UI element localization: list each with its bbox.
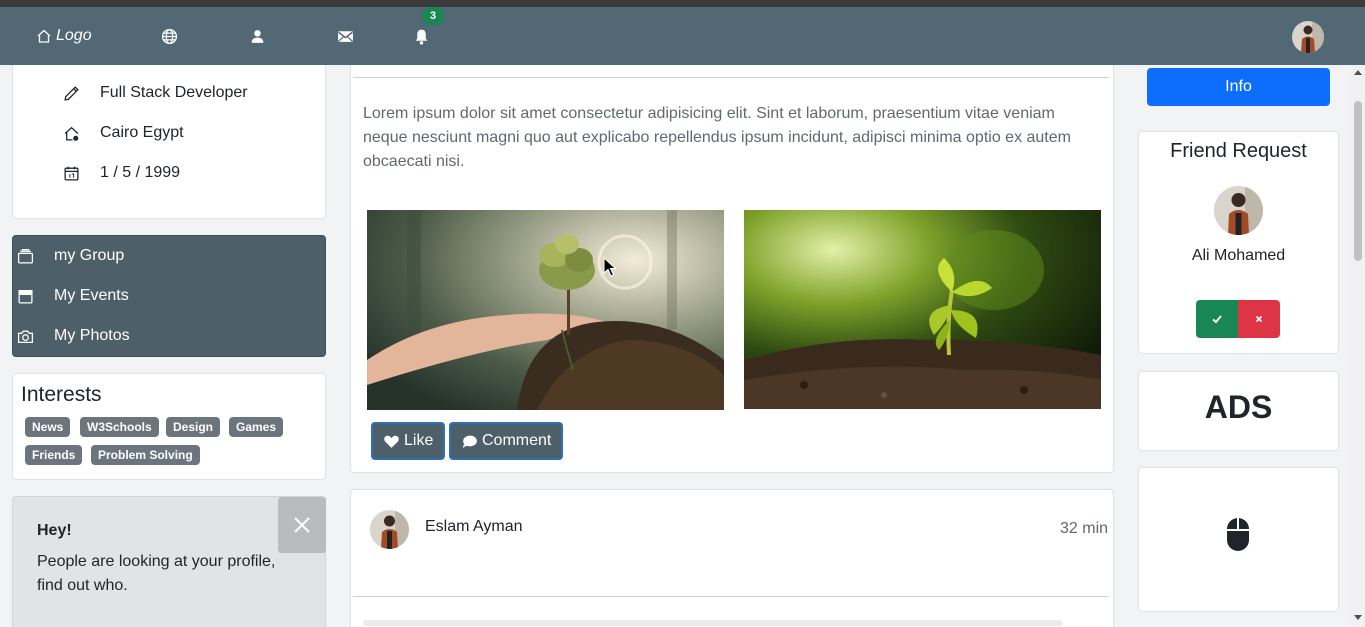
heart-icon [384,435,399,448]
interests-title: Interests [21,383,102,406]
scroll-up-arrow[interactable] [1354,70,1362,75]
interest-tag[interactable]: Problem Solving [91,445,200,465]
menu-item-label: My Events [54,287,129,304]
ads-label: ADS [1204,389,1273,425]
menu-item-my-group[interactable]: my Group [8,236,304,276]
profile-job: Full Stack Developer [100,84,248,101]
notification-badge: 3 [422,7,444,25]
post-author-name[interactable]: Eslam Ayman [425,518,523,536]
profile-birthday-row: 1 / 5 / 1999 [63,164,180,182]
calendar-icon [18,289,33,304]
logo-link[interactable]: Logo [36,7,92,65]
menu-item-label: my Group [54,247,125,264]
friend-name: Ali Mohamed [1191,247,1286,264]
interest-tag[interactable]: Design [166,417,221,437]
profile-job-row: Full Stack Developer [63,84,248,102]
mouse-icon [1227,518,1249,551]
post-divider [353,596,1109,597]
close-icon [1255,315,1263,323]
avatar-image [1292,21,1324,53]
post-text-partial [363,620,1063,626]
avatar-image [370,510,409,549]
post-text: Lorem ipsum dolor sit amet consectetur a… [363,105,1071,170]
post-image-sprout [744,210,1101,409]
alert-close-button[interactable] [278,497,326,553]
post-timestamp: 32 min [1060,520,1109,537]
logo-label: Logo [56,27,92,44]
nav-profile[interactable] [249,7,266,65]
scroll-down-arrow[interactable] [1354,615,1362,620]
window-top-strip [0,0,1365,7]
page-scrollbar[interactable] [1351,65,1365,627]
like-button[interactable]: Like [371,422,446,460]
alert-text: People are looking at your profile, find… [37,553,276,594]
comment-label: Comment [482,432,552,449]
interest-tag[interactable]: Games [229,417,284,437]
menu-item-label: My Photos [54,327,130,344]
scroll-thumb[interactable] [1354,101,1362,261]
menu-item-my-events[interactable]: My Events [8,276,304,316]
pencil-icon [64,85,79,101]
user-icon [251,29,264,43]
profile-alert: Hey! People are looking at your profile,… [12,496,326,627]
interest-tag[interactable]: Friends [25,445,83,465]
profile-location-row: Cairo Egypt [63,124,184,142]
mouse-cursor-icon [603,257,617,277]
group-icon [17,248,34,264]
close-icon [294,517,310,533]
home-icon [37,29,51,43]
nav-avatar[interactable] [1292,21,1324,53]
post-card-2 [350,489,1114,627]
house-gear-icon [64,126,79,141]
like-label: Like [404,432,434,449]
calendar-date-icon [64,166,79,181]
camera-icon [17,330,34,343]
top-navbar: Logo 3 [0,7,1365,65]
avatar-image [1214,186,1263,235]
menu-item-my-photos[interactable]: My Photos [8,316,304,356]
check-icon [1212,315,1222,324]
info-button[interactable]: Info [1147,68,1330,106]
bell-icon [415,29,428,45]
post-divider [353,77,1109,78]
post-image-hand-tree [367,210,724,410]
envelope-icon [338,30,353,42]
nav-globe[interactable] [161,7,178,65]
reject-friend-button[interactable] [1238,300,1280,338]
friend-request-title: Friend Request [1170,140,1307,162]
profile-location: Cairo Egypt [100,124,184,141]
accept-friend-button[interactable] [1196,300,1238,338]
comment-icon [462,435,477,448]
friend-avatar[interactable] [1214,186,1263,235]
interest-tag[interactable]: W3Schools [80,417,159,437]
post-author-avatar[interactable] [370,510,409,549]
interest-tag[interactable]: News [25,417,71,437]
profile-birthday: 1 / 5 / 1999 [100,164,181,181]
comment-button[interactable]: Comment [449,422,564,460]
nav-messages[interactable] [337,7,354,65]
globe-icon [161,28,178,44]
alert-title: Hey! [37,522,72,539]
